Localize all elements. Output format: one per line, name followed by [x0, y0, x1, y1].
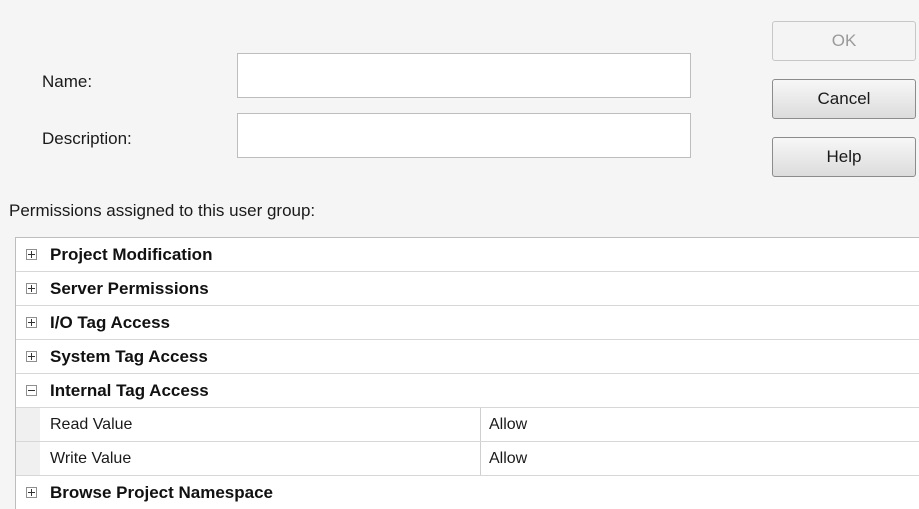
category-label: Project Modification [50, 245, 213, 264]
minus-expander-icon[interactable] [26, 385, 37, 396]
permissions-grid[interactable]: Project Modification Server Permissions … [15, 237, 919, 509]
description-label: Description: [42, 129, 132, 148]
category-browse-project-namespace[interactable]: Browse Project Namespace [16, 476, 919, 509]
category-project-modification[interactable]: Project Modification [16, 238, 919, 272]
property-value[interactable]: Allow [481, 408, 919, 441]
plus-expander-icon[interactable] [26, 249, 37, 260]
name-input[interactable] [237, 53, 691, 98]
category-internal-tag-access[interactable]: Internal Tag Access [16, 374, 919, 408]
property-row-write-value[interactable]: Write Value Allow [16, 442, 919, 476]
ok-button[interactable]: OK [772, 21, 916, 61]
category-server-permissions[interactable]: Server Permissions [16, 272, 919, 306]
row-gutter [16, 408, 40, 441]
name-label: Name: [42, 72, 93, 91]
row-gutter [16, 442, 40, 475]
category-system-tag-access[interactable]: System Tag Access [16, 340, 919, 374]
property-name[interactable]: Read Value [40, 408, 481, 441]
category-label: I/O Tag Access [50, 313, 170, 332]
category-label: Internal Tag Access [50, 381, 209, 400]
plus-expander-icon[interactable] [26, 351, 37, 362]
category-io-tag-access[interactable]: I/O Tag Access [16, 306, 919, 340]
category-label: System Tag Access [50, 347, 208, 366]
description-input[interactable] [237, 113, 691, 158]
plus-expander-icon[interactable] [26, 283, 37, 294]
cancel-button[interactable]: Cancel [772, 79, 916, 119]
category-label: Browse Project Namespace [50, 483, 273, 502]
property-value[interactable]: Allow [481, 442, 919, 475]
permissions-heading: Permissions assigned to this user group: [9, 201, 316, 220]
plus-expander-icon[interactable] [26, 487, 37, 498]
category-label: Server Permissions [50, 279, 209, 298]
property-name[interactable]: Write Value [40, 442, 481, 475]
plus-expander-icon[interactable] [26, 317, 37, 328]
help-button[interactable]: Help [772, 137, 916, 177]
property-row-read-value[interactable]: Read Value Allow [16, 408, 919, 442]
